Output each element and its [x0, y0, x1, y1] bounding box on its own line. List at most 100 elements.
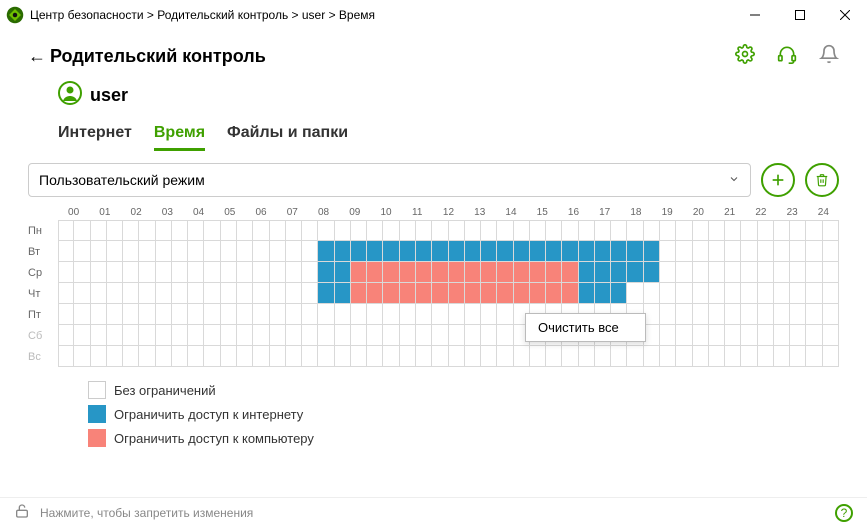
schedule-cell[interactable]	[823, 220, 839, 241]
schedule-cell[interactable]	[237, 304, 253, 325]
schedule-cell[interactable]	[595, 220, 611, 241]
schedule-cell[interactable]	[367, 241, 383, 262]
schedule-cell[interactable]	[156, 325, 172, 346]
schedule-cell[interactable]	[627, 283, 643, 304]
schedule-cell[interactable]	[644, 241, 660, 262]
schedule-cell[interactable]	[123, 241, 139, 262]
schedule-cell[interactable]	[806, 346, 822, 367]
schedule-cell[interactable]	[774, 283, 790, 304]
schedule-cell[interactable]	[611, 346, 627, 367]
schedule-cell[interactable]	[806, 304, 822, 325]
schedule-cell[interactable]	[91, 241, 107, 262]
schedule-cell[interactable]	[302, 220, 318, 241]
schedule-cell[interactable]	[139, 262, 155, 283]
schedule-cell[interactable]	[676, 304, 692, 325]
schedule-cell[interactable]	[253, 220, 269, 241]
schedule-cell[interactable]	[741, 262, 757, 283]
schedule-cell[interactable]	[172, 220, 188, 241]
schedule-cell[interactable]	[156, 241, 172, 262]
schedule-cell[interactable]	[465, 241, 481, 262]
schedule-cell[interactable]	[123, 304, 139, 325]
schedule-cell[interactable]	[91, 325, 107, 346]
schedule-cell[interactable]	[758, 262, 774, 283]
schedule-cell[interactable]	[302, 304, 318, 325]
schedule-cell[interactable]	[123, 220, 139, 241]
schedule-cell[interactable]	[351, 220, 367, 241]
schedule-cell[interactable]	[318, 283, 334, 304]
schedule-cell[interactable]	[432, 346, 448, 367]
schedule-cell[interactable]	[139, 346, 155, 367]
schedule-cell[interactable]	[579, 283, 595, 304]
schedule-cell[interactable]	[481, 283, 497, 304]
schedule-cell[interactable]	[367, 283, 383, 304]
schedule-cell[interactable]	[725, 325, 741, 346]
schedule-cell[interactable]	[156, 262, 172, 283]
schedule-cell[interactable]	[335, 220, 351, 241]
schedule-cell[interactable]	[790, 241, 806, 262]
schedule-cell[interactable]	[416, 241, 432, 262]
schedule-cell[interactable]	[253, 262, 269, 283]
schedule-cell[interactable]	[139, 304, 155, 325]
schedule-cell[interactable]	[188, 262, 204, 283]
schedule-cell[interactable]	[449, 220, 465, 241]
schedule-cell[interactable]	[497, 262, 513, 283]
schedule-cell[interactable]	[237, 220, 253, 241]
schedule-cell[interactable]	[676, 325, 692, 346]
schedule-cell[interactable]	[107, 220, 123, 241]
schedule-cell[interactable]	[204, 325, 220, 346]
schedule-cell[interactable]	[562, 220, 578, 241]
schedule-cell[interactable]	[660, 220, 676, 241]
schedule-cell[interactable]	[253, 325, 269, 346]
schedule-cell[interactable]	[741, 304, 757, 325]
schedule-cell[interactable]	[709, 283, 725, 304]
schedule-cell[interactable]	[302, 262, 318, 283]
schedule-cell[interactable]	[302, 346, 318, 367]
schedule-cell[interactable]	[449, 346, 465, 367]
schedule-cell[interactable]	[725, 346, 741, 367]
schedule-cell[interactable]	[318, 220, 334, 241]
schedule-cell[interactable]	[302, 325, 318, 346]
schedule-cell[interactable]	[270, 283, 286, 304]
schedule-cell[interactable]	[204, 346, 220, 367]
schedule-cell[interactable]	[823, 304, 839, 325]
schedule-cell[interactable]	[58, 220, 74, 241]
schedule-cell[interactable]	[383, 325, 399, 346]
schedule-cell[interactable]	[790, 325, 806, 346]
schedule-cell[interactable]	[465, 220, 481, 241]
schedule-cell[interactable]	[774, 241, 790, 262]
schedule-cell[interactable]	[383, 304, 399, 325]
schedule-cell[interactable]	[644, 283, 660, 304]
schedule-cell[interactable]	[790, 262, 806, 283]
schedule-cell[interactable]	[432, 304, 448, 325]
schedule-cell[interactable]	[823, 346, 839, 367]
schedule-cell[interactable]	[416, 220, 432, 241]
schedule-cell[interactable]	[383, 346, 399, 367]
schedule-cell[interactable]	[107, 241, 123, 262]
schedule-cell[interactable]	[172, 283, 188, 304]
schedule-cell[interactable]	[204, 220, 220, 241]
schedule-cell[interactable]	[188, 346, 204, 367]
schedule-cell[interactable]	[660, 262, 676, 283]
schedule-cell[interactable]	[806, 220, 822, 241]
schedule-cell[interactable]	[774, 262, 790, 283]
schedule-cell[interactable]	[432, 241, 448, 262]
schedule-cell[interactable]	[725, 241, 741, 262]
schedule-cell[interactable]	[546, 262, 562, 283]
schedule-cell[interactable]	[497, 241, 513, 262]
schedule-cell[interactable]	[644, 304, 660, 325]
schedule-cell[interactable]	[709, 346, 725, 367]
schedule-cell[interactable]	[367, 346, 383, 367]
schedule-cell[interactable]	[725, 283, 741, 304]
schedule-cell[interactable]	[676, 262, 692, 283]
schedule-cell[interactable]	[204, 283, 220, 304]
schedule-cell[interactable]	[432, 220, 448, 241]
schedule-cell[interactable]	[270, 304, 286, 325]
schedule-cell[interactable]	[481, 304, 497, 325]
schedule-cell[interactable]	[774, 304, 790, 325]
schedule-cell[interactable]	[449, 241, 465, 262]
schedule-cell[interactable]	[188, 304, 204, 325]
schedule-cell[interactable]	[709, 241, 725, 262]
schedule-cell[interactable]	[741, 325, 757, 346]
schedule-cell[interactable]	[416, 346, 432, 367]
schedule-cell[interactable]	[806, 283, 822, 304]
